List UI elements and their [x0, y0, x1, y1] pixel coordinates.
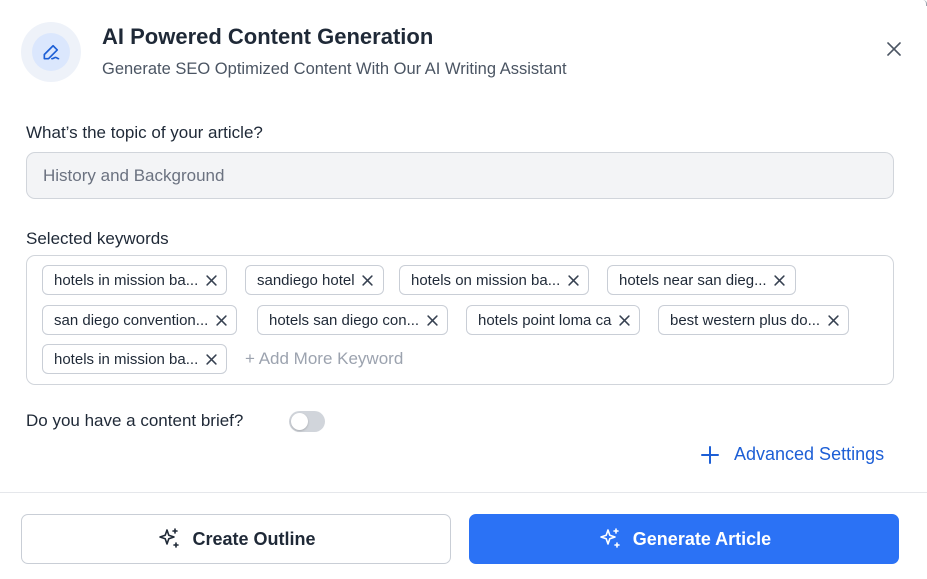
- add-keyword-input[interactable]: + Add More Keyword: [245, 349, 403, 369]
- keyword-chip-label: hotels in mission ba...: [54, 350, 199, 368]
- keyword-remove-button[interactable]: [773, 273, 787, 287]
- close-icon: [206, 274, 217, 286]
- content-brief-toggle[interactable]: [289, 411, 325, 432]
- keyword-chip-label: hotels on mission ba...: [411, 271, 561, 289]
- keyword-remove-button[interactable]: [617, 313, 631, 327]
- close-icon: [362, 274, 373, 286]
- keyword-chip-label: san diego convention...: [54, 311, 209, 329]
- keyword-remove-button[interactable]: [566, 273, 580, 287]
- keyword-chip: hotels on mission ba...: [399, 265, 590, 295]
- window-corner: [923, 0, 927, 6]
- keyword-chip-label: best western plus do...: [670, 311, 821, 329]
- modal-title: AI Powered Content Generation: [102, 24, 434, 49]
- keyword-chip-label: hotels in mission ba...: [54, 271, 199, 289]
- content-brief-label: Do you have a content brief?: [26, 411, 244, 430]
- keyword-remove-button[interactable]: [204, 273, 218, 287]
- close-icon: [568, 274, 579, 286]
- advanced-settings-label: Advanced Settings: [734, 444, 885, 464]
- keyword-chip: hotels in mission ba...: [42, 265, 228, 295]
- keyword-chip: hotels near san dieg...: [607, 265, 796, 295]
- keyword-remove-button[interactable]: [826, 313, 840, 327]
- content-generation-modal: AI Powered Content Generation Generate S…: [0, 0, 927, 579]
- topic-label: What’s the topic of your article?: [26, 123, 263, 142]
- footer-divider: [0, 492, 927, 493]
- close-icon: [216, 314, 227, 326]
- close-icon: [774, 274, 785, 286]
- create-outline-label: Create Outline: [192, 528, 316, 549]
- keyword-remove-button[interactable]: [361, 273, 375, 287]
- close-button[interactable]: [882, 37, 906, 61]
- keywords-label: Selected keywords: [26, 229, 169, 248]
- keyword-chip-label: hotels near san dieg...: [619, 271, 767, 289]
- header-icon-badge: [21, 22, 81, 82]
- generate-article-button[interactable]: Generate Article: [469, 514, 899, 564]
- close-icon: [206, 353, 217, 365]
- topic-input[interactable]: [26, 152, 894, 199]
- plus-icon: [701, 445, 719, 464]
- keyword-remove-button[interactable]: [425, 313, 439, 327]
- pen-line-icon: [32, 33, 70, 71]
- keyword-chip-label: sandiego hotel: [257, 271, 355, 289]
- keyword-chip: hotels in mission ba...: [42, 344, 228, 374]
- keyword-remove-button[interactable]: [204, 352, 218, 366]
- close-icon: [827, 314, 839, 326]
- create-outline-button[interactable]: Create Outline: [21, 514, 451, 564]
- modal-subtitle: Generate SEO Optimized Content With Our …: [102, 60, 567, 78]
- sparkles-icon: [597, 526, 623, 552]
- close-icon: [426, 314, 438, 326]
- keyword-chip: best western plus do...: [658, 305, 850, 335]
- generate-article-label: Generate Article: [632, 528, 772, 549]
- advanced-settings-button[interactable]: Advanced Settings: [700, 444, 884, 465]
- keyword-chip-label: hotels san diego con...: [269, 311, 420, 329]
- keyword-remove-button[interactable]: [214, 313, 228, 327]
- keyword-chip: hotels san diego con...: [257, 305, 449, 335]
- keyword-chip: hotels point loma ca: [466, 305, 641, 335]
- close-icon: [619, 314, 630, 326]
- sparkles-icon: [156, 526, 182, 552]
- keyword-chip: san diego convention...: [42, 305, 238, 335]
- toggle-knob: [291, 413, 308, 430]
- keyword-chip: sandiego hotel: [245, 265, 384, 295]
- keyword-chip-label: hotels point loma ca: [478, 311, 612, 329]
- close-icon: [887, 42, 901, 56]
